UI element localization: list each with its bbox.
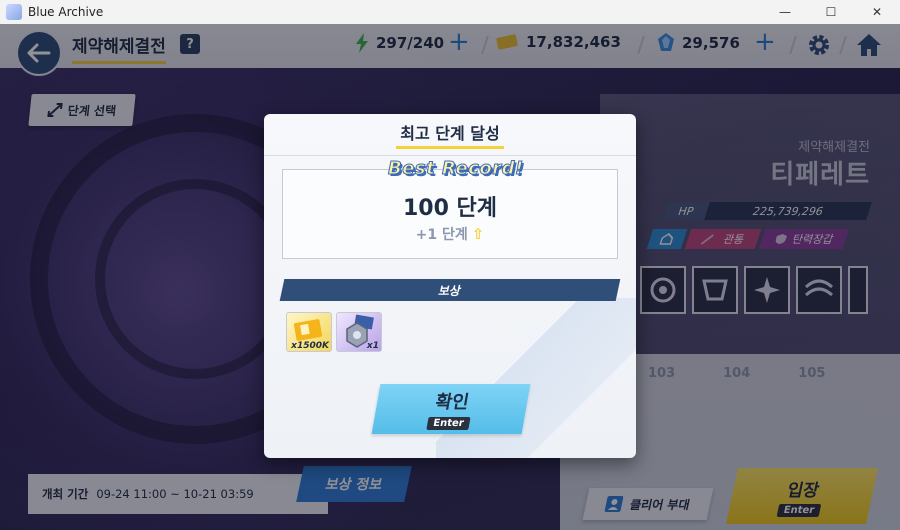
dialog-title: 최고 단계 달성 [396,120,504,149]
best-record-badge: Best Record! [388,158,524,180]
close-button[interactable]: ✕ [854,0,900,24]
reward-quantity: x1500K [291,341,329,351]
record-stage: 100 단계 [402,196,498,221]
reward-header-label: 보상 [437,283,463,298]
confirm-button[interactable]: 확인 Enter [371,384,531,434]
dialog-header: 최고 단계 달성 [264,114,636,156]
reward-list: x1500K x1 [286,312,382,352]
confirm-label: 확인 [433,392,471,413]
confirm-key-hint: Enter [426,417,471,430]
record-delta-label: +1 단계 [415,227,468,243]
dialog-decoration [436,298,636,458]
maximize-button[interactable]: ☐ [808,0,854,24]
best-record-dialog: 최고 단계 달성 100 단계 +1 단계 ⇧ Best Record! 보상 … [264,114,636,458]
minimize-button[interactable]: — [762,0,808,24]
window-title: Blue Archive [28,5,104,19]
app-icon [6,4,22,20]
window-controls: — ☐ ✕ [762,0,900,24]
reward-quantity: x1 [366,341,379,351]
window-titlebar: Blue Archive — ☐ ✕ [0,0,900,24]
game-screen: 제약해제결전 ? 297/240 + 17,832,463 29,576 + 단… [0,24,900,530]
record-box: 100 단계 +1 단계 ⇧ [282,169,618,259]
reward-item[interactable]: x1500K [286,312,332,352]
arrow-up-icon: ⇧ [471,225,485,243]
reward-header: 보상 [279,279,621,301]
reward-item[interactable]: x1 [336,312,382,352]
record-delta: +1 단계 ⇧ [416,224,485,244]
